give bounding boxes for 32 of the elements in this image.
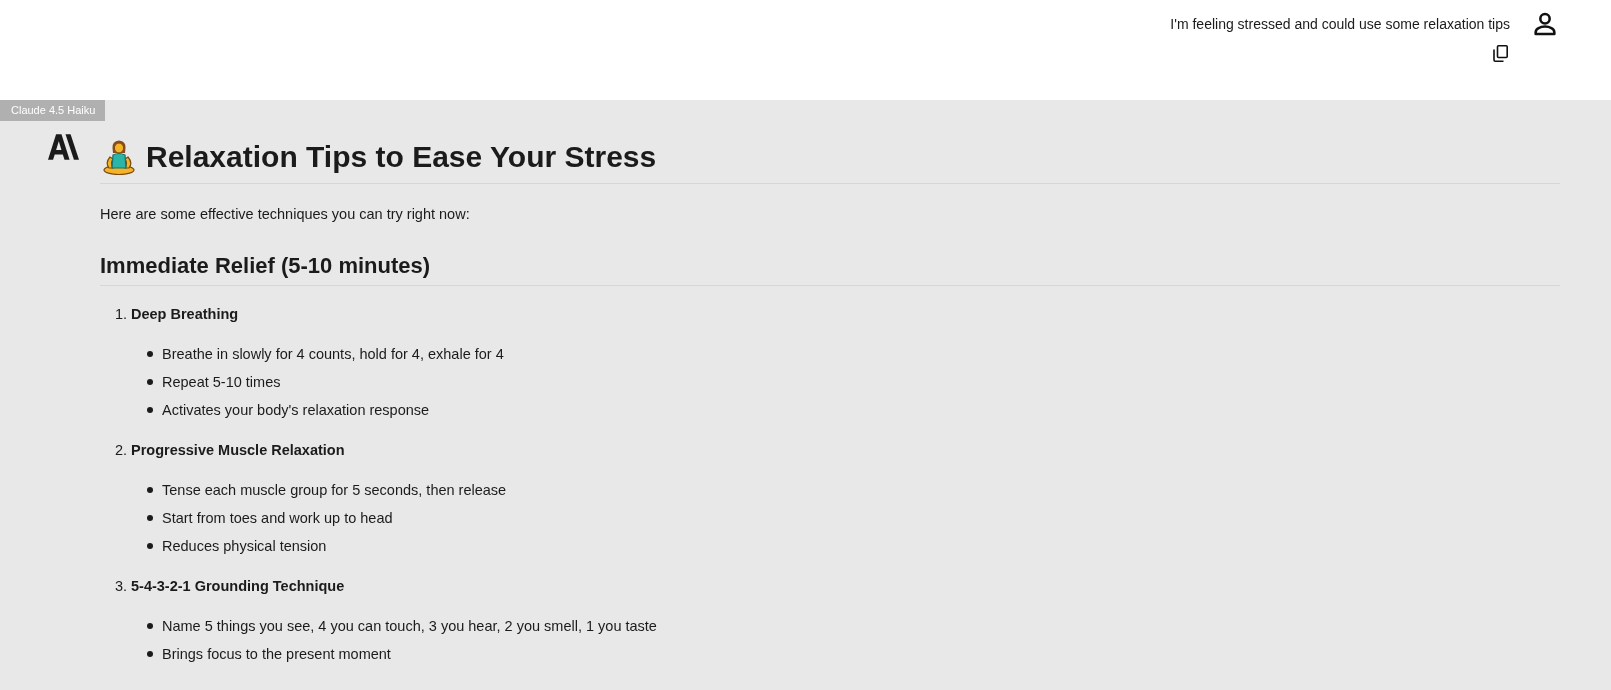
copy-icon <box>1492 44 1508 62</box>
model-badge: Claude 4.5 Haiku <box>0 100 106 121</box>
bullet-icon <box>147 623 153 629</box>
bullet-text: Name 5 things you see, 4 you can touch, 3 you hear, 2 you smell, 1 you taste <box>162 617 657 636</box>
bullet-text: Start from toes and work up to head <box>162 509 393 528</box>
user-avatar-icon <box>1531 10 1559 38</box>
list-number: 1. <box>115 305 129 324</box>
bullet-text: Breathe in slowly for 4 counts, hold for 4, exhale for 4 <box>162 345 504 364</box>
user-message: I'm feeling stressed and could use some relaxation tips <box>1170 15 1510 34</box>
bullet-icon <box>147 351 153 357</box>
bullet-icon <box>147 543 153 549</box>
bullet-text: Brings focus to the present moment <box>162 645 391 664</box>
item-title: Deep Breathing <box>131 305 239 324</box>
item-title: Progressive Muscle Relaxation <box>131 441 345 460</box>
meditating-person-icon <box>102 139 136 175</box>
bullet-icon <box>147 379 153 385</box>
bullet-icon <box>147 515 153 521</box>
bullet-text: Tense each muscle group for 5 seconds, then release <box>162 481 507 500</box>
bullet-icon <box>147 407 153 413</box>
bullet-text: Reduces physical tension <box>162 537 327 556</box>
bullet-icon <box>147 651 153 657</box>
logo-icon <box>48 134 79 160</box>
intro-text: Here are some effective techniques you can try right now: <box>100 205 470 224</box>
copy-button[interactable] <box>1491 44 1509 62</box>
response-title: Relaxation Tips to Ease Your Stress <box>146 139 657 175</box>
list-number: 3. <box>115 577 129 596</box>
bullet-text: Activates your body's relaxation response <box>162 401 430 420</box>
list-number: 2. <box>115 441 129 460</box>
bullet-icon <box>147 487 153 493</box>
bullet-text: Repeat 5-10 times <box>162 373 281 392</box>
section-heading: Immediate Relief (5-10 minutes) <box>100 252 431 280</box>
item-title: 5-4-3-2-1 Grounding Technique <box>131 577 345 596</box>
